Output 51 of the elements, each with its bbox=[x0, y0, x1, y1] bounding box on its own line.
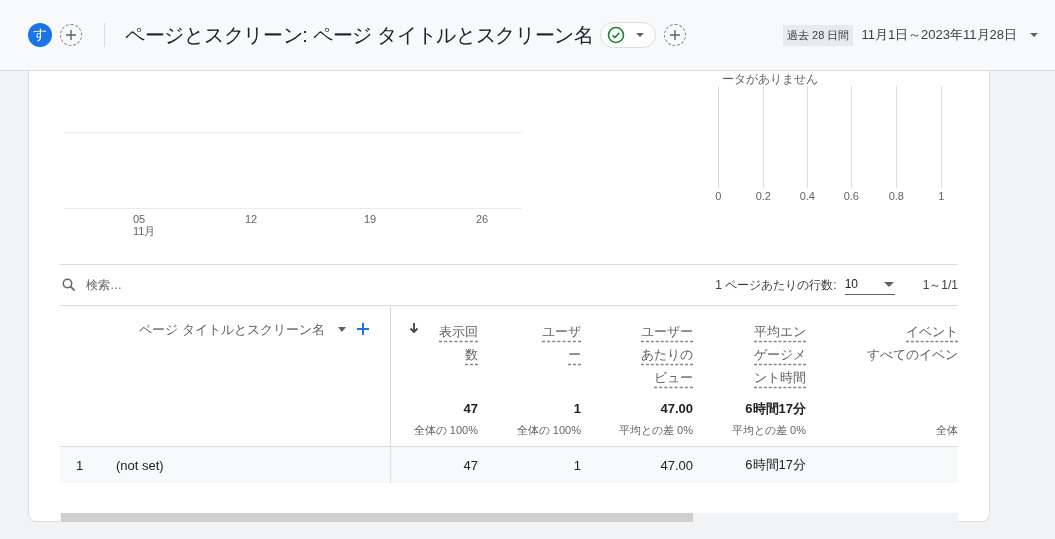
column-header[interactable]: ユーザー bbox=[533, 320, 581, 366]
axis-label: 0.2 bbox=[755, 190, 771, 202]
rows-per-page-select[interactable]: 10 bbox=[844, 275, 895, 295]
axis-label: 19 bbox=[364, 213, 377, 225]
caret-icon bbox=[882, 280, 895, 288]
avatar[interactable]: す bbox=[28, 23, 52, 47]
axis-label: 0.8 bbox=[888, 190, 904, 202]
table-cell: 1 bbox=[573, 457, 581, 473]
column-header[interactable]: 表示回数 bbox=[430, 320, 478, 366]
column-header[interactable]: ユーザーあたりのビュー bbox=[629, 320, 693, 389]
caret-icon bbox=[634, 32, 645, 38]
table-cell: 47 bbox=[463, 457, 478, 473]
check-circle-icon bbox=[606, 26, 625, 44]
total-note: 全体の 100% bbox=[516, 423, 581, 438]
table-cell: 47.00 bbox=[660, 457, 693, 473]
axis-label: 26 bbox=[476, 213, 489, 225]
column-header[interactable]: 平均エンゲージメント時間 bbox=[742, 320, 806, 389]
axis-label: 1 bbox=[938, 190, 945, 202]
status-dropdown[interactable] bbox=[599, 22, 656, 48]
total-note: 全体の 100% bbox=[413, 423, 478, 438]
axis-label: 0.6 bbox=[843, 190, 859, 202]
axis-label: 05 bbox=[133, 213, 147, 225]
date-range-chip: 過去 28 日間 bbox=[783, 24, 854, 46]
sort-arrow-icon[interactable] bbox=[409, 322, 419, 334]
total-note: 全体 bbox=[936, 423, 958, 438]
caret-icon[interactable] bbox=[338, 327, 346, 332]
caret-icon[interactable] bbox=[1029, 32, 1039, 38]
axis-label: 0 bbox=[715, 190, 722, 202]
table-cell: (not set) bbox=[116, 457, 164, 473]
add-icon[interactable] bbox=[356, 322, 370, 336]
pagination-text: 1～1/1 bbox=[922, 276, 958, 294]
horizontal-scrollbar[interactable] bbox=[60, 513, 958, 522]
search-icon bbox=[62, 278, 76, 292]
date-range[interactable]: 11月1日～2023年11月28日 bbox=[861, 26, 1017, 44]
axis-label: 12 bbox=[245, 213, 258, 225]
total-note: 平均との差 0% bbox=[619, 423, 693, 438]
no-data-message: ータがありません bbox=[722, 71, 819, 88]
total-value: 47.00 bbox=[660, 400, 693, 418]
rows-per-page-label: 1 ページあたりの行数: bbox=[715, 276, 837, 294]
table-cell: 6時間17分 bbox=[745, 456, 806, 474]
axis-label: 11月 bbox=[133, 225, 156, 237]
total-note: 平均との差 0% bbox=[732, 423, 806, 438]
column-header[interactable]: ページ タイトルとスクリーン名 bbox=[139, 321, 325, 339]
report-title: ページとスクリーン: ページ タイトルとスクリーン名 bbox=[125, 22, 594, 48]
column-header[interactable]: イベント bbox=[906, 320, 958, 343]
axis-label: 0.4 bbox=[799, 190, 815, 202]
total-value: 6時間17分 bbox=[745, 400, 806, 418]
total-value: 1 bbox=[573, 400, 581, 418]
row-number: 1 bbox=[75, 457, 85, 473]
total-value: 47 bbox=[463, 400, 478, 418]
column-subheader: すべてのイベン bbox=[867, 346, 958, 364]
